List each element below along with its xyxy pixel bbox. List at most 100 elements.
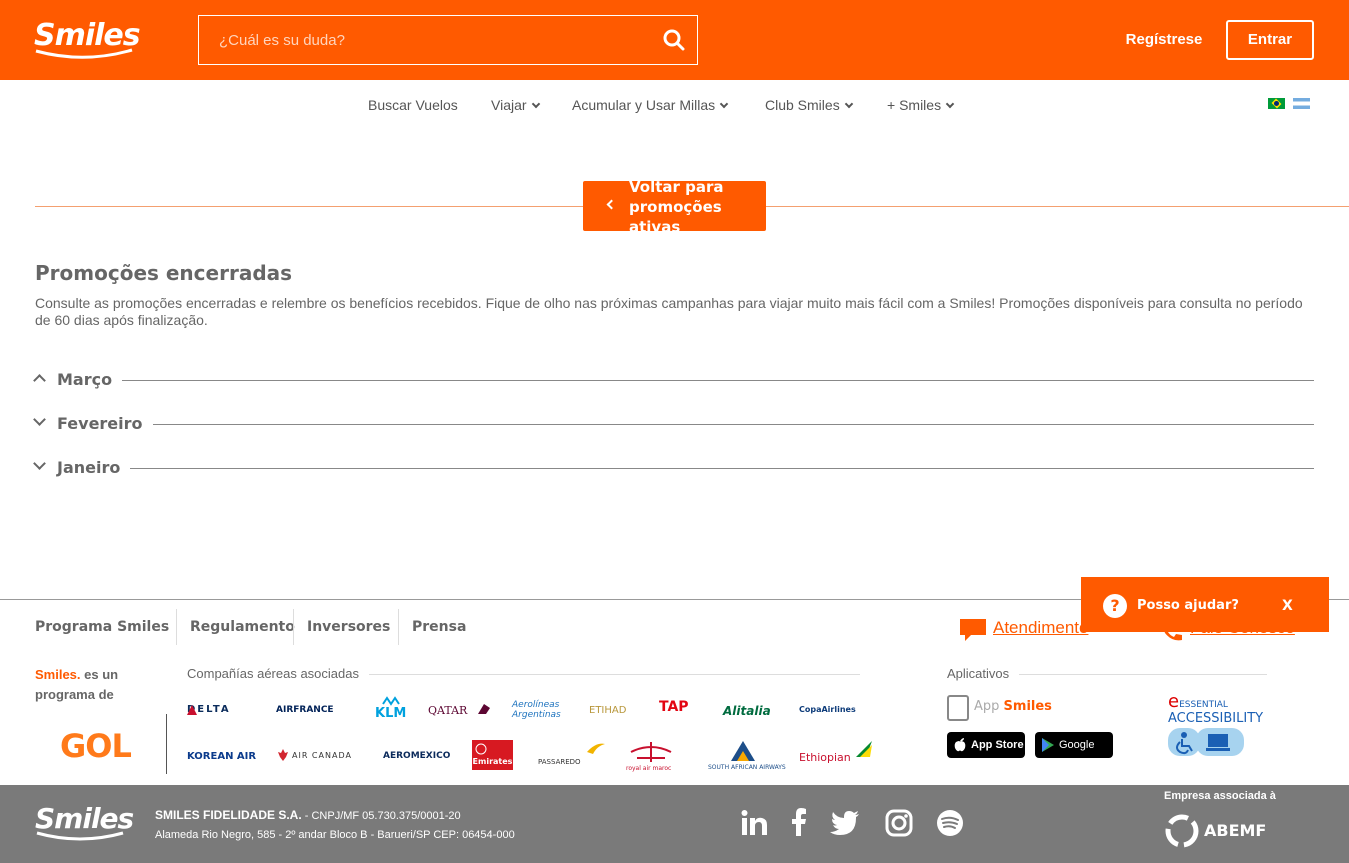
- accessibility-label: ACCESSIBILITY: [1168, 711, 1264, 726]
- header: Smiles Regístrese Entrar: [0, 0, 1349, 80]
- accordion-line: [57, 424, 1314, 425]
- accordion-fevereiro[interactable]: Fevereiro: [31, 413, 1314, 434]
- apps-title: Aplicativos: [947, 666, 1020, 681]
- google-play-label: Google play: [1059, 739, 1095, 777]
- airline-southafrican-logo[interactable]: SOUTH AFRICAN AIRWAYS: [708, 764, 786, 771]
- airline-alitalia-logo[interactable]: Alitalia: [723, 704, 771, 718]
- nav-label: Acumular y Usar Millas: [572, 97, 716, 113]
- airline-aircanada-logo[interactable]: AIR CANADA: [292, 751, 352, 760]
- abemf-text: ABEMF: [1204, 821, 1267, 840]
- back-button-label: Voltar para promoções ativas: [629, 181, 724, 231]
- twitter-icon[interactable]: [830, 808, 860, 838]
- chevron-up-icon: [33, 374, 46, 387]
- airline-aeromexico-logo[interactable]: AEROMEXICO: [383, 751, 450, 761]
- bottom-bar: Smiles SMILES FIDELIDADE S.A. - CNPJ/MF …: [0, 785, 1349, 863]
- nav-club-smiles[interactable]: Club Smiles: [765, 97, 853, 113]
- airline-koreanair-logo[interactable]: KOREAN AIR: [187, 751, 256, 762]
- accordion-marco[interactable]: Março: [31, 370, 1314, 390]
- smiles-swoosh-icon: [35, 48, 133, 59]
- company-address: Alameda Rio Negro, 585 - 2º andar Bloco …: [155, 829, 515, 841]
- essential-accessibility-link[interactable]: eESSENTIAL ACCESSIBILITY: [1168, 693, 1264, 726]
- delta-widget-icon: [187, 705, 197, 715]
- chevron-down-icon: [33, 413, 46, 426]
- airline-aerolineas-logo[interactable]: Aerolíneas Argentinas: [512, 700, 568, 720]
- footer-link-prensa[interactable]: Prensa: [412, 619, 466, 635]
- question-icon: ?: [1103, 594, 1127, 618]
- abemf-logo[interactable]: ABEMF: [1164, 813, 1274, 849]
- company-name: SMILES FIDELIDADE S.A.: [155, 808, 302, 822]
- facebook-icon[interactable]: [784, 808, 814, 838]
- help-close-button[interactable]: X: [1282, 598, 1293, 614]
- app-store-button[interactable]: App Store: [947, 732, 1025, 758]
- nav-acumular[interactable]: Acumular y Usar Millas: [572, 97, 729, 113]
- app-smiles-link[interactable]: App Smiles: [974, 699, 1052, 714]
- app-store-label: App Store: [971, 739, 1024, 751]
- back-to-active-promotions-button[interactable]: Voltar para promoções ativas: [583, 181, 766, 231]
- chevron-down-icon: [33, 457, 46, 470]
- atendimento-link[interactable]: Atendimento: [993, 618, 1088, 638]
- ram-emblem-icon: [630, 742, 672, 762]
- spotify-icon[interactable]: [935, 808, 965, 838]
- nav-viajar[interactable]: Viajar: [491, 97, 540, 113]
- accordion-label: Março: [57, 370, 123, 389]
- register-link[interactable]: Regístrese: [1118, 31, 1210, 48]
- airline-klm-logo[interactable]: KLM: [375, 706, 406, 721]
- company-info: SMILES FIDELIDADE S.A. - CNPJ/MF 05.730.…: [155, 808, 461, 822]
- essential-label: ESSENTIAL: [1179, 700, 1228, 710]
- search-icon[interactable]: [663, 29, 685, 51]
- login-button[interactable]: Entrar: [1226, 20, 1314, 60]
- search-box: [198, 15, 698, 65]
- passaredo-bird-icon: [587, 743, 605, 754]
- smiles-brand-text: Smiles.: [35, 667, 81, 682]
- accordion-label: Fevereiro: [57, 414, 153, 433]
- google-play-button[interactable]: Google play: [1035, 732, 1113, 777]
- airline-qatar-logo[interactable]: QATAR: [428, 704, 467, 717]
- app-smiles-prefix: App: [974, 699, 1000, 714]
- emirates-emblem-icon: [475, 743, 487, 755]
- saa-tail-icon: [731, 741, 755, 761]
- nav-mas-smiles[interactable]: + Smiles: [887, 97, 955, 113]
- footer-link-separator: [293, 609, 294, 645]
- brazil-flag-icon[interactable]: [1268, 98, 1285, 109]
- nav-label: + Smiles: [887, 97, 942, 113]
- airline-copa-logo[interactable]: CopaAirlines: [799, 705, 856, 714]
- help-widget[interactable]: ? Posso ajudar? X: [1081, 577, 1329, 632]
- airline-ethiopian-logo[interactable]: Ethiopian: [799, 751, 851, 764]
- footer-link-separator: [176, 609, 177, 645]
- main-nav: Buscar Vuelos Viajar Acumular y Usar Mil…: [0, 80, 1349, 130]
- footer-link-programa[interactable]: Programa Smiles: [35, 619, 169, 635]
- gol-logo[interactable]: GOL: [60, 727, 132, 765]
- chevron-down-icon: [844, 99, 853, 109]
- argentina-flag-icon[interactable]: [1293, 98, 1310, 109]
- chevron-left-icon: [606, 199, 617, 210]
- chevron-down-icon: [719, 99, 729, 109]
- linkedin-icon[interactable]: [739, 808, 769, 838]
- footer-link-inversores[interactable]: Inversores: [307, 619, 390, 635]
- help-label: Posso ajudar?: [1137, 598, 1239, 613]
- klm-crown-icon: [382, 696, 400, 706]
- airline-etihad-logo[interactable]: ETIHAD: [589, 705, 626, 716]
- airlines-title: Compañías aéreas asociadas: [187, 666, 369, 681]
- nav-buscar-vuelos[interactable]: Buscar Vuelos: [368, 97, 458, 113]
- accessibility-icon[interactable]: [1168, 728, 1246, 756]
- smiles-logo[interactable]: Smiles: [34, 18, 141, 62]
- instagram-icon[interactable]: [884, 808, 914, 838]
- company-cnpj: - CNPJ/MF 05.730.375/0001-20: [301, 810, 461, 822]
- footer-link-regulamento[interactable]: Regulamento: [190, 619, 295, 635]
- page-title: Promoções encerradas: [35, 261, 293, 285]
- ethiopian-tail-icon: [856, 741, 872, 757]
- accordion-line: [57, 380, 1314, 381]
- chevron-down-icon: [945, 99, 955, 109]
- accordion-line: [57, 468, 1314, 469]
- chevron-down-icon: [531, 99, 540, 109]
- app-smiles-brand: Smiles: [1003, 699, 1052, 714]
- accordion-janeiro[interactable]: Janeiro: [31, 457, 1314, 478]
- google-play-icon: [1042, 738, 1054, 752]
- airline-airfrance-logo[interactable]: AIRFRANCE: [276, 705, 334, 715]
- airline-tap-logo[interactable]: TAP: [659, 699, 689, 715]
- nav-label: Club Smiles: [765, 97, 840, 113]
- nav-label: Buscar Vuelos: [368, 97, 458, 113]
- airline-passaredo-logo[interactable]: PASSAREDO: [538, 758, 581, 766]
- search-input[interactable]: [199, 16, 649, 64]
- airline-royalairmaroc-logo[interactable]: royal air maroc: [626, 765, 671, 772]
